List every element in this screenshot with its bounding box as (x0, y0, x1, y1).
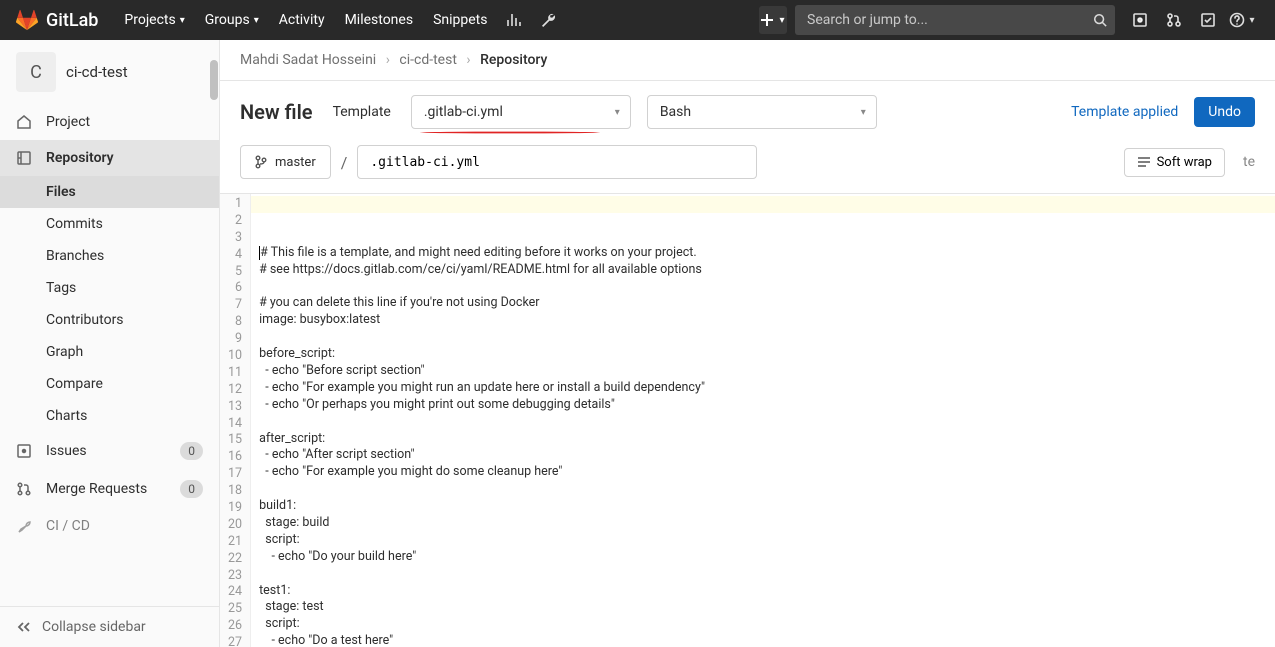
merge-request-icon[interactable] (1157, 0, 1191, 40)
analytics-icon[interactable] (497, 0, 531, 40)
collapse-label: Collapse sidebar (42, 619, 146, 635)
sidebar-mrs-label: Merge Requests (46, 481, 180, 497)
plus-icon (761, 14, 773, 26)
collapse-sidebar[interactable]: Collapse sidebar (0, 606, 219, 647)
search-wrapper (795, 5, 1115, 35)
softwrap-icon (1137, 155, 1151, 169)
sidebar-sub-branches[interactable]: Branches (0, 240, 219, 272)
nav-projects-label: Projects (124, 12, 175, 28)
nav-milestones[interactable]: Milestones (335, 0, 424, 40)
sidebar-repository-label: Repository (46, 150, 203, 166)
sidebar-sub-contributors[interactable]: Contributors (0, 304, 219, 336)
crumb-project[interactable]: ci-cd-test (399, 52, 457, 68)
nav-groups[interactable]: Groups ▾ (195, 0, 269, 40)
nav-groups-label: Groups (205, 12, 250, 28)
project-avatar: C (16, 52, 56, 92)
search-input[interactable] (795, 5, 1115, 35)
branch-name: master (275, 155, 316, 170)
sidebar-sub-charts[interactable]: Charts (0, 400, 219, 432)
nav-activity[interactable]: Activity (269, 0, 335, 40)
branch-selector[interactable]: master (240, 145, 331, 179)
sidebar-project[interactable]: Project (0, 104, 219, 140)
help-icon[interactable]: ▾ (1225, 0, 1259, 40)
top-navbar: GitLab Projects ▾ Groups ▾ Activity Milest… (0, 0, 1275, 40)
caret-down-icon: ▾ (1249, 15, 1254, 26)
crumb-owner[interactable]: Mahdi Sadat Hosseini (240, 52, 376, 68)
sidebar-sub-graph[interactable]: Graph (0, 336, 219, 368)
main-content: Mahdi Sadat Hosseini › ci-cd-test › Repo… (220, 40, 1275, 647)
wrench-icon[interactable] (531, 0, 565, 40)
todos-icon[interactable] (1191, 0, 1225, 40)
nav-projects[interactable]: Projects ▾ (114, 0, 194, 40)
mrs-count: 0 (180, 480, 203, 498)
chevron-left-icon (16, 619, 32, 635)
gitlab-logo[interactable]: GitLab (16, 9, 98, 31)
caret-down-icon: ▾ (861, 107, 866, 118)
sidebar: C ci-cd-test Project Repository Files Co… (0, 40, 220, 647)
caret-down-icon: ▾ (779, 15, 784, 26)
file-row: master / Soft wrap te (220, 139, 1275, 193)
scrollbar[interactable] (208, 40, 220, 100)
caret-down-icon: ▾ (615, 107, 620, 118)
nav-snippets[interactable]: Snippets (423, 0, 497, 40)
template-applied-msg[interactable]: Template applied (1071, 104, 1178, 120)
brand-text: GitLab (46, 10, 98, 31)
branch-icon (255, 155, 267, 169)
breadcrumb-sep: › (466, 52, 470, 68)
path-separator: / (341, 153, 348, 172)
code-editor[interactable]: 1234567891011121314151617181920212223242… (220, 193, 1275, 647)
sidebar-merge-requests[interactable]: Merge Requests 0 (0, 470, 219, 508)
caret-down-icon: ▾ (180, 15, 185, 26)
template-label: Template (333, 104, 395, 120)
home-icon (16, 114, 36, 130)
sidebar-cicd[interactable]: CI / CD (0, 508, 219, 544)
editor-extra: te (1235, 154, 1255, 170)
sidebar-sub-commits[interactable]: Commits (0, 208, 219, 240)
template-select-value: .gitlab-ci.yml (424, 104, 503, 120)
crumb-current: Repository (480, 52, 547, 68)
caret-down-icon: ▾ (254, 15, 259, 26)
current-line-highlight (251, 196, 1275, 213)
new-dropdown-button[interactable]: ▾ (759, 6, 787, 34)
breadcrumb-sep: › (386, 52, 390, 68)
sidebar-sub-compare[interactable]: Compare (0, 368, 219, 400)
sidebar-sub-files[interactable]: Files (0, 176, 219, 208)
sidebar-project-label: Project (46, 114, 203, 130)
issues-icon (16, 443, 36, 459)
sidebar-sub-tags[interactable]: Tags (0, 272, 219, 304)
issues-icon[interactable] (1123, 0, 1157, 40)
folder-icon (16, 150, 36, 166)
line-gutter: 1234567891011121314151617181920212223242… (220, 194, 251, 647)
nav-snippets-label: Snippets (433, 12, 487, 28)
title-row: New file Template .gitlab-ci.yml ▾ Bash … (220, 81, 1275, 139)
merge-request-icon (16, 481, 36, 497)
sidebar-issues[interactable]: Issues 0 (0, 432, 219, 470)
breadcrumbs: Mahdi Sadat Hosseini › ci-cd-test › Repo… (220, 40, 1275, 81)
issues-count: 0 (180, 442, 203, 460)
code-area[interactable]: # This file is a template, and might nee… (251, 194, 1275, 647)
template-type-value: Bash (660, 104, 691, 120)
sidebar-cicd-label: CI / CD (46, 518, 203, 534)
sidebar-repository[interactable]: Repository (0, 140, 219, 176)
project-header[interactable]: C ci-cd-test (0, 40, 219, 104)
gitlab-icon (16, 9, 38, 31)
undo-button[interactable]: Undo (1194, 97, 1255, 127)
nav-activity-label: Activity (279, 12, 325, 28)
softwrap-label: Soft wrap (1157, 155, 1212, 170)
nav-milestones-label: Milestones (345, 12, 414, 28)
filename-input[interactable] (357, 145, 757, 179)
rocket-icon (16, 518, 36, 534)
template-type-select[interactable]: Bash ▾ (647, 95, 877, 129)
softwrap-button[interactable]: Soft wrap (1124, 148, 1225, 177)
page-title: New file (240, 100, 313, 124)
template-select[interactable]: .gitlab-ci.yml ▾ (411, 95, 631, 129)
project-name: ci-cd-test (66, 63, 128, 81)
sidebar-issues-label: Issues (46, 443, 180, 459)
search-icon (1093, 13, 1107, 27)
